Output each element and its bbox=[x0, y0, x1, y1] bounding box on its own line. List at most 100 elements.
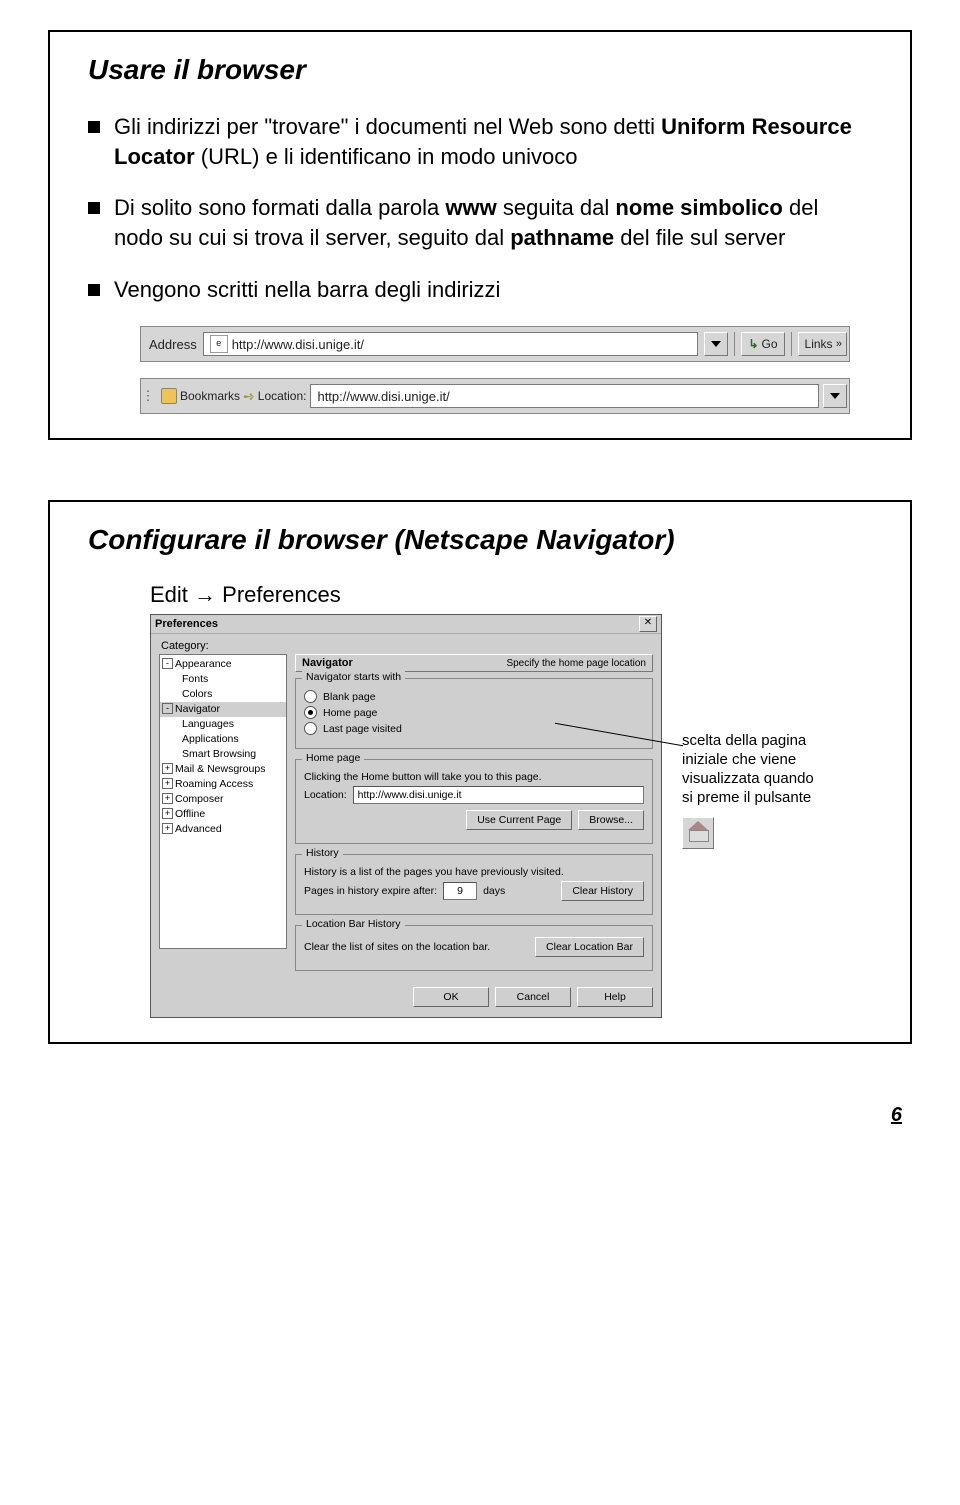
tree-smart-browsing[interactable]: Smart Browsing bbox=[182, 748, 256, 760]
chevron-right-icon: » bbox=[836, 338, 840, 350]
panel-header-desc: Specify the home page location bbox=[506, 658, 646, 669]
menu-edit: Edit bbox=[150, 582, 188, 607]
address-field[interactable]: e http://www.disi.unige.it/ bbox=[203, 332, 699, 356]
plus-icon[interactable]: + bbox=[162, 763, 173, 774]
go-button[interactable]: ↳Go bbox=[741, 332, 784, 356]
legend: Home page bbox=[302, 752, 364, 764]
tree-fonts[interactable]: Fonts bbox=[182, 673, 208, 685]
home-location-input[interactable]: http://www.disi.unige.it bbox=[353, 786, 644, 804]
radio-home-row[interactable]: Home page bbox=[304, 706, 644, 719]
tree-navigator[interactable]: Navigator bbox=[175, 703, 220, 715]
radio-checked-icon bbox=[304, 706, 317, 719]
clear-location-bar-button[interactable]: Clear Location Bar bbox=[535, 937, 644, 957]
home-location-value: http://www.disi.unige.it bbox=[358, 789, 462, 801]
tree-composer[interactable]: Composer bbox=[175, 793, 223, 805]
address-dropdown[interactable] bbox=[704, 332, 728, 356]
plus-icon[interactable]: + bbox=[162, 808, 173, 819]
tree-appearance[interactable]: Appearance bbox=[175, 658, 232, 670]
tree-advanced[interactable]: Advanced bbox=[175, 823, 222, 835]
address-label: Address bbox=[141, 337, 203, 352]
location-url: http://www.disi.unige.it/ bbox=[317, 389, 449, 404]
go-icon: ↳ bbox=[748, 337, 758, 351]
panel-header: Navigator Specify the home page location bbox=[295, 654, 653, 672]
category-label: Category: bbox=[161, 640, 653, 652]
bullet-url: Gli indirizzi per "trovare" i documenti … bbox=[88, 112, 872, 171]
text-bold: pathname bbox=[510, 225, 614, 250]
home-icon bbox=[689, 826, 707, 840]
home-page-desc: Clicking the Home button will take you t… bbox=[304, 771, 644, 783]
radio-icon bbox=[304, 690, 317, 703]
text-bold: www bbox=[445, 195, 496, 220]
clear-history-button[interactable]: Clear History bbox=[561, 881, 644, 901]
group-history: History History is a list of the pages y… bbox=[295, 854, 653, 915]
links-label: Links bbox=[805, 337, 833, 351]
tree-roaming[interactable]: Roaming Access bbox=[175, 778, 253, 790]
ok-button[interactable]: OK bbox=[413, 987, 489, 1007]
text-bold: nome simbolico bbox=[615, 195, 782, 220]
dialog-titlebar: Preferences ✕ bbox=[151, 615, 661, 634]
location-label: Location: bbox=[258, 389, 307, 403]
legend: History bbox=[302, 847, 343, 859]
group-home-page: Home page Clicking the Home button will … bbox=[295, 759, 653, 844]
callout-area: scelta della pagina iniziale che viene v… bbox=[682, 614, 822, 849]
plus-icon[interactable]: + bbox=[162, 793, 173, 804]
expire-label: Pages in history expire after: bbox=[304, 885, 437, 897]
days-input[interactable]: 9 bbox=[443, 882, 477, 900]
chevron-down-icon bbox=[830, 393, 840, 399]
bookmarks-label[interactable]: Bookmarks bbox=[180, 389, 240, 403]
use-current-page-button[interactable]: Use Current Page bbox=[466, 810, 572, 830]
help-button[interactable]: Help bbox=[577, 987, 653, 1007]
slide-usare-browser: Usare il browser Gli indirizzi per "trov… bbox=[48, 30, 912, 440]
home-button[interactable] bbox=[682, 817, 714, 849]
close-button[interactable]: ✕ bbox=[639, 616, 657, 632]
browse-button[interactable]: Browse... bbox=[578, 810, 644, 830]
dialog-right-panel: Navigator Specify the home page location… bbox=[295, 654, 653, 981]
tree-colors[interactable]: Colors bbox=[182, 688, 212, 700]
plus-icon[interactable]: + bbox=[162, 823, 173, 834]
tree-offline[interactable]: Offline bbox=[175, 808, 205, 820]
legend: Navigator starts with bbox=[302, 671, 405, 683]
bullet-www: Di solito sono formati dalla parola www … bbox=[88, 193, 872, 252]
page-icon: e bbox=[210, 335, 228, 353]
netscape-location-bar: ⋮ Bookmarks ➺ Location: http://www.disi.… bbox=[140, 378, 850, 414]
links-button[interactable]: Links » bbox=[798, 332, 847, 356]
tree-mail[interactable]: Mail & Newsgroups bbox=[175, 763, 265, 775]
text: seguita dal bbox=[497, 195, 616, 220]
group-starts-with: Navigator starts with Blank page Home pa… bbox=[295, 678, 653, 749]
text: del file sul server bbox=[614, 225, 785, 250]
slide2-title: Configurare il browser (Netscape Navigat… bbox=[88, 524, 880, 556]
text: (URL) e li identificano in modo univoco bbox=[195, 144, 578, 169]
slide-configurare-browser: Configurare il browser (Netscape Navigat… bbox=[48, 500, 912, 1044]
text: Gli indirizzi per "trovare" i documenti … bbox=[114, 114, 661, 139]
radio-blank-label: Blank page bbox=[323, 691, 376, 703]
plus-icon[interactable]: + bbox=[162, 778, 173, 789]
page-number: 6 bbox=[48, 1104, 902, 1127]
grip-icon: ⋮ bbox=[141, 388, 155, 404]
days-label: days bbox=[483, 885, 505, 897]
location-field[interactable]: http://www.disi.unige.it/ bbox=[310, 384, 819, 408]
slide1-title: Usare il browser bbox=[88, 54, 880, 86]
dialog-buttons: OK Cancel Help bbox=[159, 981, 653, 1009]
radio-home-label: Home page bbox=[323, 707, 377, 719]
bookmarks-icon bbox=[161, 388, 177, 404]
tree-applications[interactable]: Applications bbox=[182, 733, 239, 745]
category-tree[interactable]: -Appearance Fonts Colors -Navigator Lang… bbox=[159, 654, 287, 949]
cancel-button[interactable]: Cancel bbox=[495, 987, 571, 1007]
preferences-dialog: Preferences ✕ Category: -Appearance Font… bbox=[150, 614, 662, 1018]
menu-preferences: Preferences bbox=[222, 582, 341, 607]
arrow-right-icon: → bbox=[194, 582, 216, 607]
radio-icon bbox=[304, 722, 317, 735]
chevron-down-icon bbox=[711, 341, 721, 347]
days-value: 9 bbox=[457, 885, 463, 897]
minus-icon[interactable]: - bbox=[162, 658, 173, 669]
minus-icon[interactable]: - bbox=[162, 703, 173, 714]
legend: Location Bar History bbox=[302, 918, 405, 930]
callout-text: scelta della pagina iniziale che viene v… bbox=[682, 732, 822, 807]
radio-blank-row[interactable]: Blank page bbox=[304, 690, 644, 703]
panel-header-name: Navigator bbox=[302, 657, 353, 669]
location-dropdown[interactable] bbox=[823, 384, 847, 408]
history-desc: History is a list of the pages you have … bbox=[304, 866, 644, 878]
netscape-icon: ➺ bbox=[243, 388, 255, 405]
tree-languages[interactable]: Languages bbox=[182, 718, 234, 730]
group-location-bar-history: Location Bar History Clear the list of s… bbox=[295, 925, 653, 971]
